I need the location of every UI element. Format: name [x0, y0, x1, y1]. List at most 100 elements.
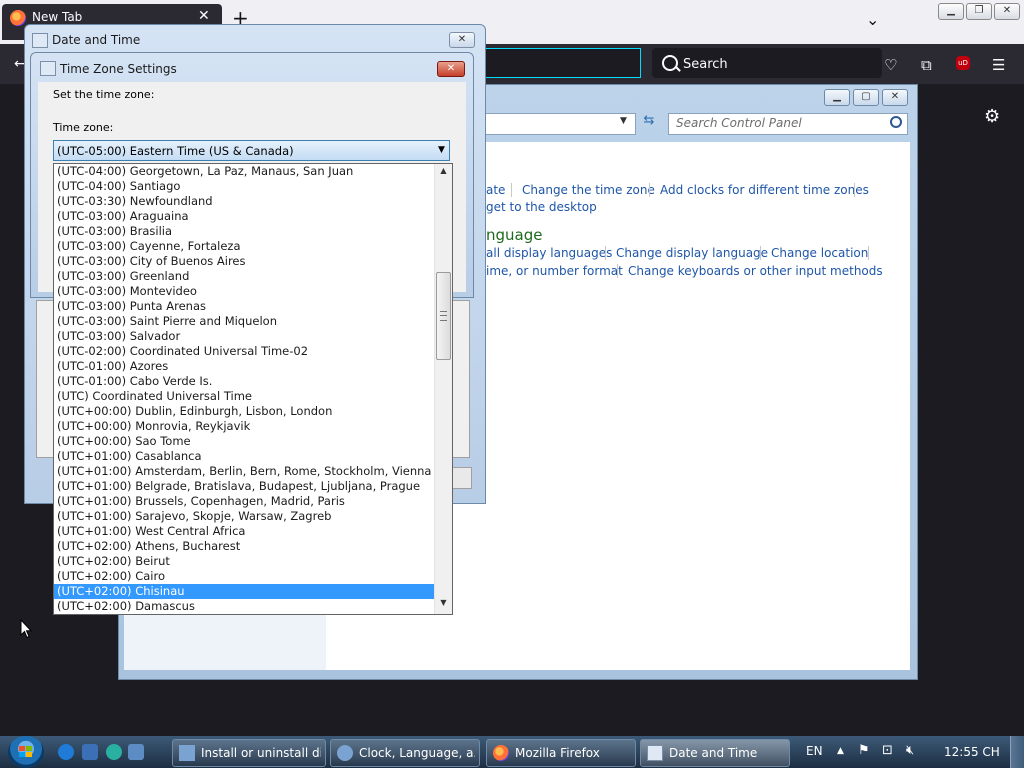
divider — [760, 246, 761, 260]
taskbar-button-label: Install or uninstall di... — [201, 746, 321, 760]
search-placeholder: Search — [683, 57, 728, 72]
time-zone-option[interactable]: (UTC+00:00) Monrovia, Reykjavik — [54, 419, 435, 434]
time-zone-option[interactable]: (UTC-03:30) Newfoundland — [54, 194, 435, 209]
time-zone-option[interactable]: (UTC-03:00) Montevideo — [54, 284, 435, 299]
cp-heading-language[interactable]: nguage — [486, 226, 542, 244]
time-zone-option[interactable]: (UTC-03:00) Greenland — [54, 269, 435, 284]
time-zone-option[interactable]: (UTC+01:00) West Central Africa — [54, 524, 435, 539]
time-zone-option[interactable]: (UTC+01:00) Belgrade, Bratislava, Budape… — [54, 479, 435, 494]
taskbar-button-label: Mozilla Firefox — [515, 746, 600, 760]
cp-link-desktop[interactable]: get to the desktop — [486, 200, 597, 214]
cp-link-change-time-zone[interactable]: Change the time zone — [522, 183, 655, 197]
scroll-up-icon[interactable]: ▲ — [435, 166, 452, 180]
time-zone-label: Time zone: — [53, 121, 114, 134]
taskbar-button-date-time[interactable]: Date and Time — [640, 739, 790, 767]
cp-link-change-location[interactable]: Change location — [771, 246, 868, 260]
calendar-icon — [40, 61, 56, 76]
menu-icon[interactable]: ☰ — [992, 56, 1005, 74]
dropdown-scrollbar[interactable]: ▲ ▼ — [434, 164, 452, 614]
cp-maximize-button[interactable]: ▢ — [853, 89, 879, 106]
date-time-icon — [647, 745, 663, 761]
divider — [511, 183, 512, 197]
network-icon[interactable]: ⊡ — [882, 743, 893, 758]
scroll-thumb[interactable] — [436, 272, 451, 360]
time-zone-close-button[interactable]: ✕ — [437, 61, 465, 77]
cp-address-bar[interactable] — [482, 113, 636, 135]
time-zone-option[interactable]: (UTC-01:00) Cabo Verde Is. — [54, 374, 435, 389]
refresh-icon[interactable]: ⇆ — [638, 113, 660, 133]
explorer-icon[interactable] — [128, 744, 144, 760]
time-zone-option[interactable]: (UTC+00:00) Dublin, Edinburgh, Lisbon, L… — [54, 404, 435, 419]
tab-close-icon[interactable]: ✕ — [198, 8, 210, 24]
time-zone-option[interactable]: (UTC-03:00) Punta Arenas — [54, 299, 435, 314]
cp-link-number-format[interactable]: ime, or number format — [486, 264, 623, 278]
taskbar-button-install[interactable]: Install or uninstall di... — [172, 739, 326, 767]
show-desktop-button[interactable] — [1010, 736, 1024, 768]
time-zone-option[interactable]: (UTC+02:00) Cairo — [54, 569, 435, 584]
divider — [868, 246, 869, 260]
time-zone-option[interactable]: (UTC-02:00) Coordinated Universal Time-0… — [54, 344, 435, 359]
taskbar-button-firefox[interactable]: Mozilla Firefox — [486, 739, 636, 767]
time-zone-option[interactable]: (UTC+01:00) Sarajevo, Skopje, Warsaw, Za… — [54, 509, 435, 524]
date-time-close-button[interactable]: ✕ — [449, 32, 475, 48]
cp-link-date[interactable]: ate — [486, 183, 505, 197]
list-all-tabs-icon[interactable]: ⌄ — [866, 10, 879, 29]
url-bar[interactable] — [470, 48, 641, 78]
time-zone-option[interactable]: (UTC-03:00) Saint Pierre and Miquelon — [54, 314, 435, 329]
date-time-dialog-title: Date and Time — [52, 33, 141, 47]
time-zone-option[interactable]: (UTC-04:00) Georgetown, La Paz, Manaus, … — [54, 164, 435, 179]
time-zone-option[interactable]: (UTC+01:00) Casablanca — [54, 449, 435, 464]
time-zone-option[interactable]: (UTC-03:00) Salvador — [54, 329, 435, 344]
cp-link-change-keyboards[interactable]: Change keyboards or other input methods — [628, 264, 883, 278]
date-time-dialog-button[interactable] — [450, 467, 472, 489]
ublock-icon[interactable]: uD — [956, 56, 970, 70]
time-zone-option[interactable]: (UTC-04:00) Santiago — [54, 179, 435, 194]
taskbar-button-clock-language[interactable]: Clock, Language, a... — [330, 739, 480, 767]
cp-link-install-languages[interactable]: all display languages — [486, 246, 612, 260]
time-zone-option[interactable]: (UTC+02:00) Damascus — [54, 599, 435, 614]
media-icon[interactable] — [106, 744, 122, 760]
time-zone-dropdown-list[interactable]: (UTC-04:00) Georgetown, La Paz, Manaus, … — [53, 163, 453, 615]
volume-muted-icon[interactable]: 🔇︎ — [906, 743, 914, 758]
cp-search-placeholder: Search Control Panel — [676, 116, 802, 130]
time-zone-option[interactable]: (UTC) Coordinated Universal Time — [54, 389, 435, 404]
grip-icon — [440, 311, 447, 321]
chevron-down-icon[interactable]: ▼ — [620, 116, 627, 126]
time-zone-option[interactable]: (UTC+00:00) Sao Tome — [54, 434, 435, 449]
firefox-icon — [493, 745, 509, 761]
time-zone-option[interactable]: (UTC+02:00) Athens, Bucharest — [54, 539, 435, 554]
time-zone-option[interactable]: (UTC+02:00) Chisinau — [54, 584, 435, 599]
clock[interactable]: 12:55 CH — [944, 745, 1000, 759]
language-indicator[interactable]: EN — [806, 744, 823, 758]
extensions-icon[interactable]: ⧉ — [921, 56, 932, 74]
time-zone-option[interactable]: (UTC-03:00) Cayenne, Fortaleza — [54, 239, 435, 254]
time-zone-option[interactable]: (UTC-01:00) Azores — [54, 359, 435, 374]
time-zone-option[interactable]: (UTC-03:00) Araguaina — [54, 209, 435, 224]
scroll-down-icon[interactable]: ▼ — [435, 598, 452, 612]
time-zone-option[interactable]: (UTC-03:00) Brasilia — [54, 224, 435, 239]
flag-icon[interactable]: ⚑ — [858, 743, 870, 758]
search-icon[interactable] — [890, 116, 902, 128]
clock-language-icon — [337, 745, 353, 761]
time-zone-option[interactable]: (UTC+01:00) Brussels, Copenhagen, Madrid… — [54, 494, 435, 509]
time-zone-option[interactable]: (UTC+02:00) Beirut — [54, 554, 435, 569]
show-desktop-icon[interactable] — [82, 744, 98, 760]
internet-explorer-icon[interactable] — [58, 744, 74, 760]
cp-link-change-display-language[interactable]: Change display language — [616, 246, 768, 260]
divider — [605, 246, 606, 260]
set-time-zone-label: Set the time zone: — [53, 88, 155, 101]
cp-minimize-button[interactable]: ▁ — [824, 89, 850, 106]
maximize-button[interactable]: ❐ — [966, 3, 992, 20]
cp-close-button[interactable]: ✕ — [882, 89, 908, 106]
gear-icon[interactable]: ⚙ — [984, 106, 1000, 127]
chevron-down-icon[interactable]: ▼ — [438, 145, 445, 155]
firefox-icon — [10, 10, 26, 26]
time-zone-option[interactable]: (UTC-03:00) City of Buenos Aires — [54, 254, 435, 269]
time-zone-option[interactable]: (UTC+01:00) Amsterdam, Berlin, Bern, Rom… — [54, 464, 435, 479]
pocket-icon[interactable]: ♡ — [884, 56, 897, 74]
close-button[interactable]: ✕ — [994, 3, 1020, 20]
show-hidden-icons[interactable]: ▲ — [837, 746, 844, 756]
mouse-cursor-icon — [20, 619, 32, 639]
cp-link-add-clocks[interactable]: Add clocks for different time zones — [660, 183, 869, 197]
minimize-button[interactable]: ▁ — [938, 3, 964, 20]
